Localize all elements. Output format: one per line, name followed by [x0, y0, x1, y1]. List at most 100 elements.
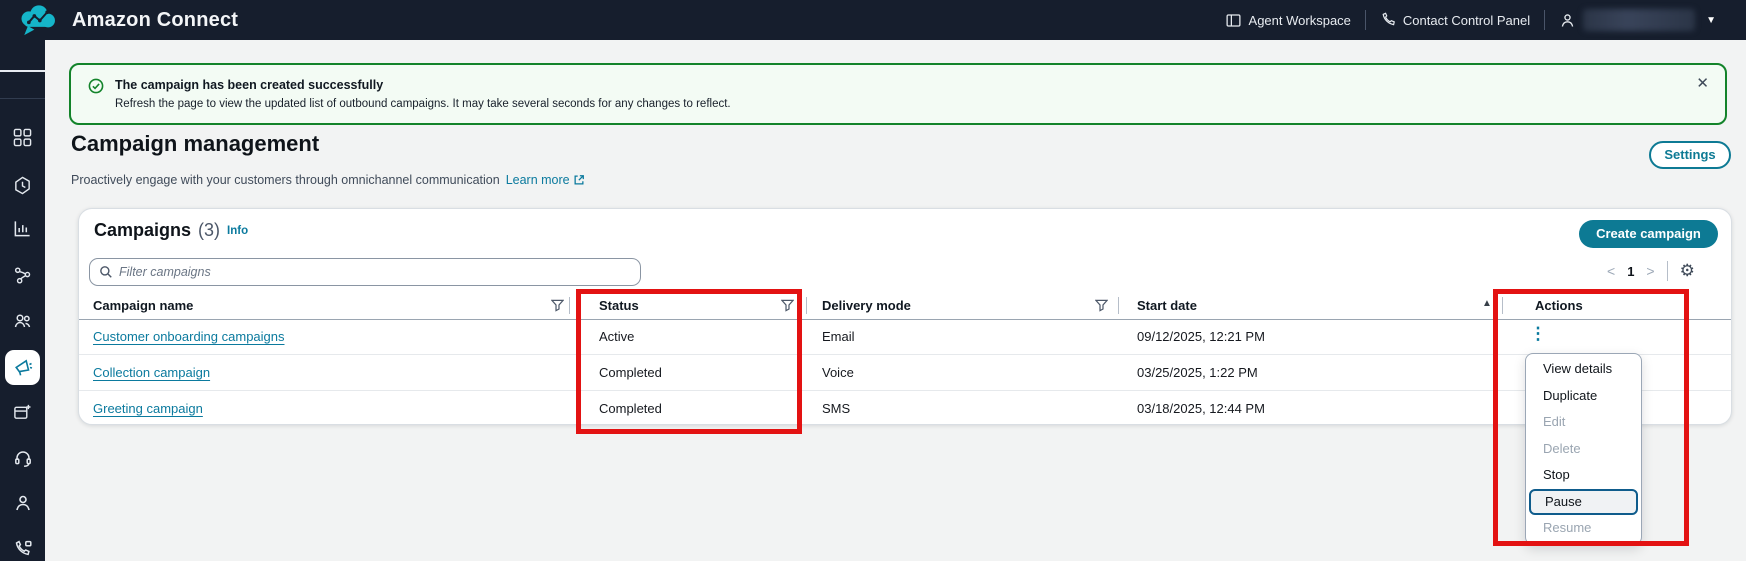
left-navigation-rail: [0, 40, 45, 561]
filter-campaigns-input[interactable]: [119, 265, 599, 279]
campaign-name-link[interactable]: Customer onboarding campaigns: [93, 329, 285, 344]
topbar-divider: [1365, 10, 1366, 30]
previous-page-button[interactable]: <: [1607, 263, 1615, 279]
page-subtitle: Proactively engage with your customers t…: [71, 173, 585, 187]
info-link[interactable]: Info: [227, 225, 248, 237]
apps-grid-icon: [13, 128, 32, 147]
contact-control-panel-link[interactable]: Contact Control Panel: [1380, 12, 1530, 28]
column-header-start-date[interactable]: Start date: [1137, 293, 1197, 319]
hexagon-clock-icon: [13, 176, 32, 195]
user-name-redacted: [1583, 9, 1695, 31]
learn-more-link[interactable]: Learn more: [506, 173, 585, 187]
external-link-icon: [573, 174, 585, 186]
flow-branch-icon: [13, 266, 32, 285]
row-divider: [79, 390, 1731, 391]
column-divider: [806, 297, 807, 314]
sidebar-item-agent-support[interactable]: [0, 441, 45, 475]
table-header-border: [79, 319, 1731, 320]
campaigns-heading: Campaigns (3) Info: [94, 220, 248, 241]
users-icon: [13, 311, 33, 331]
campaign-megaphone-icon: [13, 358, 33, 378]
sidebar-item-dashboard[interactable]: [0, 120, 45, 154]
phone-icon: [1380, 12, 1396, 28]
sidebar-item-analytics[interactable]: [0, 211, 45, 245]
row-actions-dropdown-menu: View details Duplicate Edit Delete Stop …: [1525, 353, 1642, 545]
pagination: < 1 > ⚙: [1607, 259, 1695, 283]
filter-funnel-icon[interactable]: [1095, 299, 1108, 312]
column-divider: [1502, 297, 1503, 314]
success-check-icon: [88, 78, 104, 94]
sidebar-item-tasks[interactable]: [0, 168, 45, 202]
page-title: Campaign management: [71, 131, 319, 157]
workspace-panel-icon: [1225, 12, 1242, 29]
next-page-button[interactable]: >: [1646, 263, 1654, 279]
user-menu[interactable]: ▼: [1559, 9, 1716, 31]
amazon-connect-logo-icon: [16, 4, 60, 37]
column-header-status[interactable]: Status: [599, 293, 639, 319]
campaign-management-screen: Amazon Connect Agent Workspace Contact C: [0, 0, 1746, 561]
phone-gear-icon: [13, 539, 33, 559]
chevron-down-icon[interactable]: ▼: [1706, 15, 1716, 26]
delivery-mode-cell: SMS: [822, 399, 850, 419]
bar-chart-icon: [13, 219, 32, 238]
menu-hamburger-icon[interactable]: [0, 54, 45, 88]
start-date-cell: 09/12/2025, 12:21 PM: [1137, 327, 1265, 347]
menu-item-view-details[interactable]: View details: [1526, 356, 1641, 383]
filter-funnel-icon[interactable]: [551, 299, 564, 312]
menu-item-edit: Edit: [1526, 409, 1641, 436]
menu-item-duplicate[interactable]: Duplicate: [1526, 383, 1641, 410]
menu-item-pause[interactable]: Pause: [1529, 489, 1638, 516]
headset-icon: [13, 448, 33, 468]
campaigns-count: (3): [198, 220, 220, 241]
column-header-actions: Actions: [1535, 293, 1583, 319]
campaign-name-link[interactable]: Collection campaign: [93, 365, 210, 380]
sidebar-item-outbound-campaigns-active[interactable]: [5, 350, 40, 385]
column-divider: [1118, 297, 1119, 314]
status-cell: Completed: [599, 363, 662, 383]
campaigns-heading-label: Campaigns: [94, 220, 191, 241]
sidebar-item-routing[interactable]: [0, 258, 45, 292]
topbar-divider: [1544, 10, 1545, 30]
pagination-divider: [1667, 261, 1668, 281]
table-preferences-gear-icon[interactable]: ⚙: [1680, 261, 1695, 281]
menu-item-delete: Delete: [1526, 436, 1641, 463]
panel-star-icon: [13, 403, 32, 422]
filter-funnel-icon[interactable]: [781, 299, 794, 312]
user-icon: [1559, 12, 1576, 29]
top-navigation-bar: Amazon Connect Agent Workspace Contact C: [0, 0, 1746, 40]
search-icon: [99, 265, 113, 279]
sidebar-divider: [0, 98, 45, 99]
column-header-delivery-mode[interactable]: Delivery mode: [822, 293, 911, 319]
row-actions-kebab-icon[interactable]: ⋮: [1529, 322, 1547, 346]
app-title: Amazon Connect: [72, 9, 238, 32]
agent-workspace-link[interactable]: Agent Workspace: [1225, 12, 1351, 29]
start-date-cell: 03/18/2025, 12:44 PM: [1137, 399, 1265, 419]
delivery-mode-cell: Voice: [822, 363, 854, 383]
sort-ascending-icon[interactable]: ▲: [1482, 298, 1492, 309]
settings-button[interactable]: Settings: [1649, 141, 1731, 169]
banner-message: Refresh the page to view the updated lis…: [115, 95, 731, 113]
topbar-utilities: Agent Workspace Contact Control Panel: [1225, 0, 1716, 40]
campaigns-card: Campaigns (3) Info Create campaign < 1 >…: [78, 208, 1732, 425]
start-date-cell: 03/25/2025, 1:22 PM: [1137, 363, 1258, 383]
status-cell: Completed: [599, 399, 662, 419]
column-header-campaign-name[interactable]: Campaign name: [93, 293, 193, 319]
person-icon: [13, 493, 33, 513]
banner-title: The campaign has been created successful…: [115, 75, 731, 95]
sidebar-item-profile[interactable]: [0, 486, 45, 520]
delivery-mode-cell: Email: [822, 327, 855, 347]
sidebar-item-views[interactable]: [0, 395, 45, 429]
campaign-name-link[interactable]: Greeting campaign: [93, 401, 203, 416]
success-flash-banner: The campaign has been created successful…: [69, 63, 1727, 125]
menu-item-stop[interactable]: Stop: [1526, 462, 1641, 489]
current-page-number[interactable]: 1: [1627, 264, 1634, 279]
row-divider: [79, 354, 1731, 355]
filter-input-wrapper: [89, 258, 641, 286]
sidebar-item-users[interactable]: [0, 304, 45, 338]
close-icon[interactable]: ✕: [1696, 74, 1709, 94]
column-divider: [569, 297, 570, 314]
sidebar-item-telephony[interactable]: [0, 532, 45, 561]
status-cell: Active: [599, 327, 634, 347]
menu-item-resume: Resume: [1526, 515, 1641, 542]
create-campaign-button[interactable]: Create campaign: [1579, 220, 1718, 248]
